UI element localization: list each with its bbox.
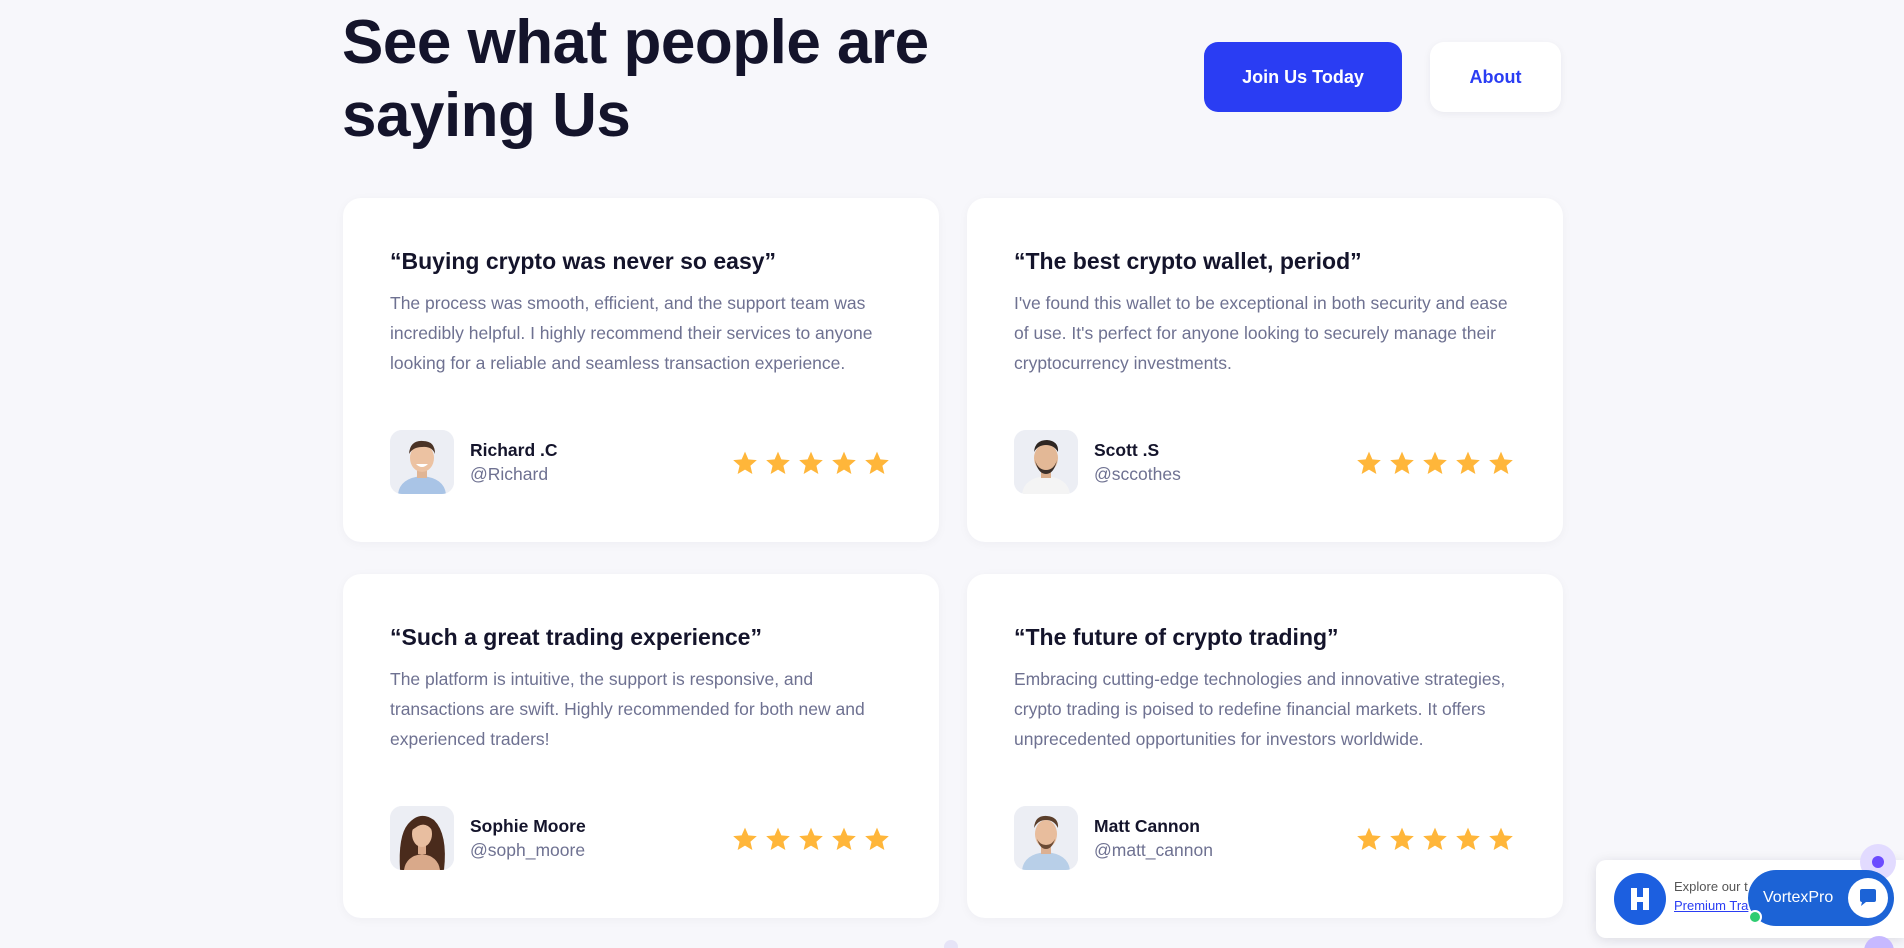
author-name: Richard .C [470,440,558,460]
about-button[interactable]: About [1430,42,1561,112]
avatar [1014,430,1078,494]
page-title: See what people are saying Us [342,8,929,150]
star-icon [1456,827,1480,850]
star-rating [1356,826,1514,852]
star-icon [865,827,889,850]
testimonial-author: Sophie Moore @soph_moore [390,806,586,870]
testimonial-title: “Buying crypto was never so easy” [390,248,777,274]
star-icon [733,827,757,850]
star-rating [1356,450,1514,476]
star-icon [733,451,757,474]
star-icon [799,451,823,474]
testimonial-title: “The best crypto wallet, period” [1014,248,1362,274]
online-status-dot [1748,910,1762,924]
testimonial-author: Scott .S @sccothes [1014,430,1181,494]
author-handle: @sccothes [1094,464,1181,484]
avatar [1014,806,1078,870]
decorative-dot [944,940,958,948]
star-icon [1390,451,1414,474]
testimonial-body: I've found this wallet to be exceptional… [1014,293,1508,373]
chat-bubble-icon [1848,878,1888,918]
person-icon [390,430,454,494]
testimonial-author: Richard .C @Richard [390,430,558,494]
star-icon [1423,451,1447,474]
testimonial-title: “Such a great trading experience” [390,624,762,650]
star-icon [766,451,790,474]
testimonial-title: “The future of crypto trading” [1014,624,1339,650]
testimonial-card: “The future of crypto trading” Embracing… [967,574,1563,918]
star-icon [1357,451,1381,474]
testimonial-card: “The best crypto wallet, period” I've fo… [967,198,1563,542]
testimonial-body: Embracing cutting-edge technologies and … [1014,669,1506,749]
person-icon [1014,430,1078,494]
author-name: Sophie Moore [470,816,586,836]
star-rating [732,826,890,852]
testimonial-body: The platform is intuitive, the support i… [390,669,865,749]
avatar [390,430,454,494]
chat-brand-label: VortexPro [1763,889,1834,906]
avatar [390,806,454,870]
testimonial-card: “Buying crypto was never so easy” The pr… [343,198,939,542]
star-icon [1489,451,1513,474]
join-us-today-button[interactable]: Join Us Today [1204,42,1402,112]
star-icon [1357,827,1381,850]
chat-promo-text: Explore our t [1674,879,1748,894]
star-icon [1390,827,1414,850]
chat-promo-link[interactable]: Premium Tra [1674,898,1748,913]
star-icon [1489,827,1513,850]
chat-launcher-button[interactable]: VortexPro [1748,870,1894,926]
person-icon [1014,806,1078,870]
testimonial-body: The process was smooth, efficient, and t… [390,293,873,373]
star-icon [766,827,790,850]
star-icon [865,451,889,474]
testimonial-author: Matt Cannon @matt_cannon [1014,806,1213,870]
person-icon [390,806,454,870]
author-name: Scott .S [1094,440,1160,460]
star-icon [1456,451,1480,474]
author-handle: @Richard [470,464,549,484]
star-icon [832,827,856,850]
notification-dot [1872,856,1884,868]
star-icon [832,451,856,474]
star-icon [1423,827,1447,850]
brand-logo-icon [1614,873,1666,925]
star-icon [799,827,823,850]
author-handle: @soph_moore [470,840,586,860]
testimonial-card: “Such a great trading experience” The pl… [343,574,939,918]
star-rating [732,450,890,476]
author-handle: @matt_cannon [1094,840,1213,860]
author-name: Matt Cannon [1094,816,1200,836]
